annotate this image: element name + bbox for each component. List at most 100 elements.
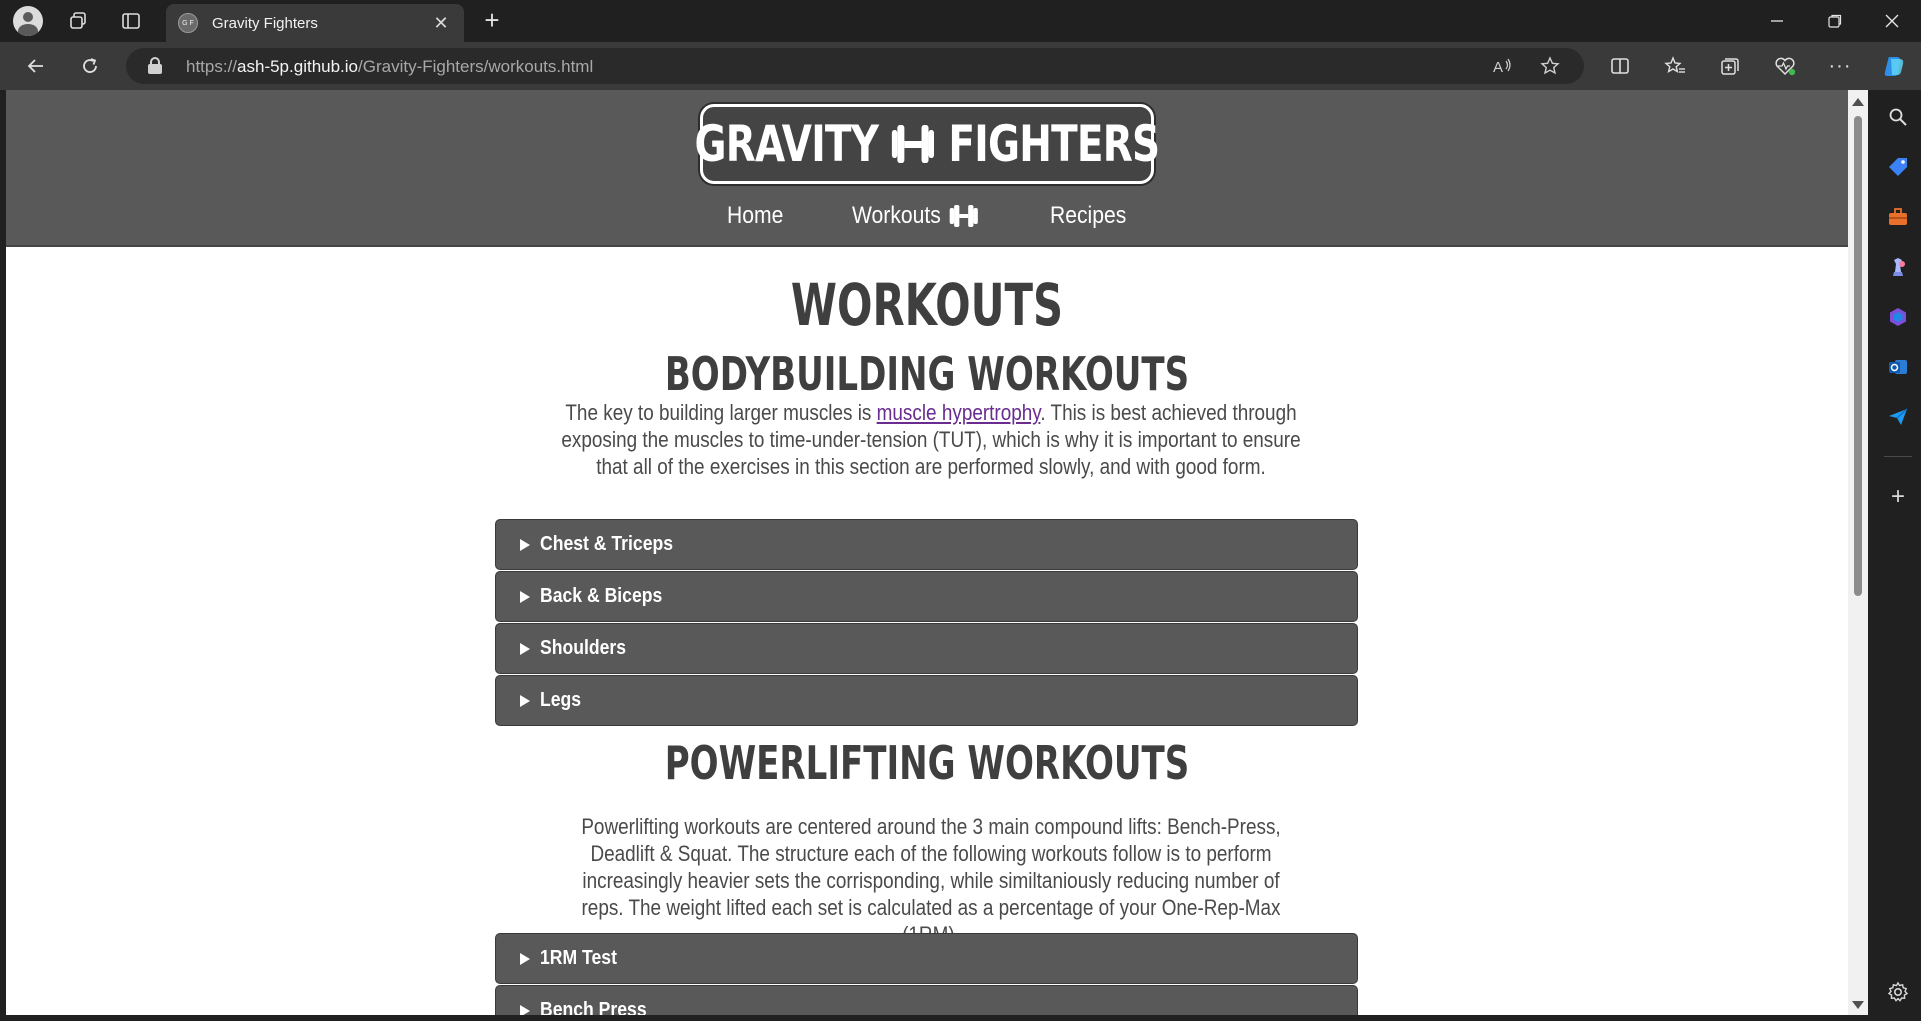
page-title: WORKOUTS (790, 271, 1064, 339)
nav-workouts[interactable]: Workouts (852, 202, 978, 230)
search-icon[interactable] (1885, 104, 1911, 130)
chess-icon[interactable] (1885, 254, 1911, 280)
heart-pulse-icon (1775, 57, 1796, 76)
sidebar-divider (1884, 456, 1912, 457)
favorites-icon (1664, 56, 1685, 74)
bodybuilding-heading: BODYBUILDING WORKOUTS (664, 347, 1190, 401)
scrollbar-thumb[interactable] (1854, 116, 1862, 596)
new-tab-button[interactable]: + (476, 6, 508, 36)
close-window-button[interactable] (1863, 0, 1921, 42)
nav-recipes[interactable]: Recipes (1050, 202, 1126, 230)
more-dots-icon: ··· (1828, 54, 1852, 77)
accordion-label: 1RM Test (540, 947, 617, 969)
refresh-icon (83, 58, 97, 73)
url-scheme: https:// (186, 57, 238, 76)
site-logo[interactable]: GRAVITY FIGHTERS (695, 104, 1160, 184)
tag-icon[interactable] (1885, 154, 1911, 180)
nav-recipes-label: Recipes (1050, 202, 1127, 229)
collections-button[interactable] (1714, 51, 1746, 81)
split-screen-icon (1611, 58, 1629, 74)
page-viewport: GRAVITY FIGHTERS Home Workouts Recipes W… (6, 90, 1848, 1015)
accordion-chest-triceps[interactable]: Chest & Triceps (495, 519, 1358, 570)
disclosure-triangle-icon (520, 538, 530, 551)
scroll-down-icon[interactable] (1852, 1001, 1864, 1009)
back-button[interactable] (20, 51, 52, 81)
url-text[interactable]: https://ash-5p.github.io/Gravity-Fighter… (186, 57, 593, 77)
accordion-label: Legs (540, 689, 582, 711)
workspaces-icon (70, 12, 86, 29)
favorites-button[interactable] (1659, 51, 1691, 81)
disclosure-triangle-icon (520, 590, 530, 603)
accordion-bench-press[interactable]: Bench Press (495, 985, 1358, 1015)
accordion-back-biceps[interactable]: Back & Biceps (495, 571, 1358, 622)
restore-icon (1828, 14, 1842, 28)
send-icon[interactable] (1885, 404, 1911, 430)
close-tab-icon[interactable]: ✕ (430, 13, 452, 34)
nav-home[interactable]: Home (727, 202, 783, 230)
restore-button[interactable] (1806, 0, 1864, 42)
profile-avatar-button[interactable] (12, 6, 44, 36)
split-screen-button[interactable] (1604, 51, 1636, 81)
tab-title: Gravity Fighters (212, 14, 318, 32)
site-favicon-icon: G F (178, 13, 198, 33)
address-bar[interactable]: https://ash-5p.github.io/Gravity-Fighter… (126, 48, 1584, 84)
refresh-button[interactable] (74, 51, 106, 81)
main-content: WORKOUTS BODYBUILDING WORKOUTS The key t… (6, 247, 1848, 1015)
accordion-legs[interactable]: Legs (495, 675, 1358, 726)
svg-text:A: A (1493, 59, 1503, 75)
url-host: ash-5p.github.io (237, 57, 359, 76)
scroll-up-icon[interactable] (1852, 98, 1864, 106)
settings-icon[interactable] (1885, 979, 1911, 1005)
active-tab[interactable]: G F Gravity Fighters ✕ (166, 4, 464, 42)
url-path: /Gravity-Fighters/workouts.html (358, 57, 594, 76)
collections-icon (1721, 58, 1739, 75)
vertical-tabs-button[interactable] (115, 6, 147, 36)
lock-icon[interactable] (148, 57, 162, 74)
accordion-label: Chest & Triceps (540, 533, 674, 555)
intro-text-start: The key to building larger muscles is (565, 400, 877, 425)
accordion-label: Bench Press (540, 999, 647, 1015)
disclosure-triangle-icon (520, 642, 530, 655)
nav-home-label: Home (727, 202, 784, 229)
site-header: GRAVITY FIGHTERS Home Workouts Recipes (6, 90, 1848, 247)
favorite-star-icon[interactable] (1536, 53, 1564, 79)
powerlifting-intro: Powerlifting workouts are centered aroun… (581, 814, 1281, 947)
browser-toolbar: https://ash-5p.github.io/Gravity-Fighter… (0, 42, 1921, 90)
logo-text: GRAVITY FIGHTERS (694, 115, 1161, 173)
edge-sidebar: + (1874, 90, 1921, 1021)
tab-actions-icon (122, 13, 140, 29)
copilot-button[interactable] (1878, 51, 1910, 81)
outlook-icon[interactable] (1885, 354, 1911, 380)
bodybuilding-intro: The key to building larger muscles is mu… (560, 399, 1301, 480)
logo-word-left: GRAVITY (694, 115, 879, 173)
accordion-shoulders[interactable]: Shoulders (495, 623, 1358, 674)
disclosure-triangle-icon (520, 952, 530, 965)
nav-workouts-label: Workouts (852, 202, 941, 229)
muscle-hypertrophy-link[interactable]: muscle hypertrophy (877, 400, 1041, 425)
logo-word-right: FIGHTERS (948, 115, 1160, 173)
browser-essentials-button[interactable] (1769, 51, 1801, 81)
settings-more-button[interactable]: ··· (1824, 51, 1856, 81)
browser-tab-strip: G F Gravity Fighters ✕ + (0, 0, 1921, 42)
accordion-label: Shoulders (540, 637, 627, 659)
minimize-icon (1771, 20, 1783, 22)
copilot-app-icon[interactable] (1885, 304, 1911, 330)
disclosure-triangle-icon (520, 1004, 530, 1015)
accordion-1rm-test[interactable]: 1RM Test (495, 933, 1358, 984)
toolbox-icon[interactable] (1885, 204, 1911, 230)
add-icon[interactable]: + (1885, 483, 1911, 510)
read-aloud-icon[interactable]: A (1489, 53, 1517, 79)
disclosure-triangle-icon (520, 694, 530, 707)
close-icon (1885, 14, 1899, 28)
copilot-icon (1884, 57, 1904, 76)
avatar-icon (13, 6, 43, 36)
main-nav: Home Workouts Recipes (6, 202, 1848, 238)
workspaces-button[interactable] (62, 6, 94, 36)
dumbbell-icon (892, 125, 935, 163)
accordion-label: Back & Biceps (540, 585, 663, 607)
powerlifting-heading: POWERLIFTING WORKOUTS (664, 736, 1190, 790)
page-scrollbar[interactable] (1848, 90, 1868, 1015)
minimize-button[interactable] (1748, 0, 1806, 42)
dumbbell-icon (949, 205, 978, 227)
back-arrow-icon (27, 59, 43, 73)
